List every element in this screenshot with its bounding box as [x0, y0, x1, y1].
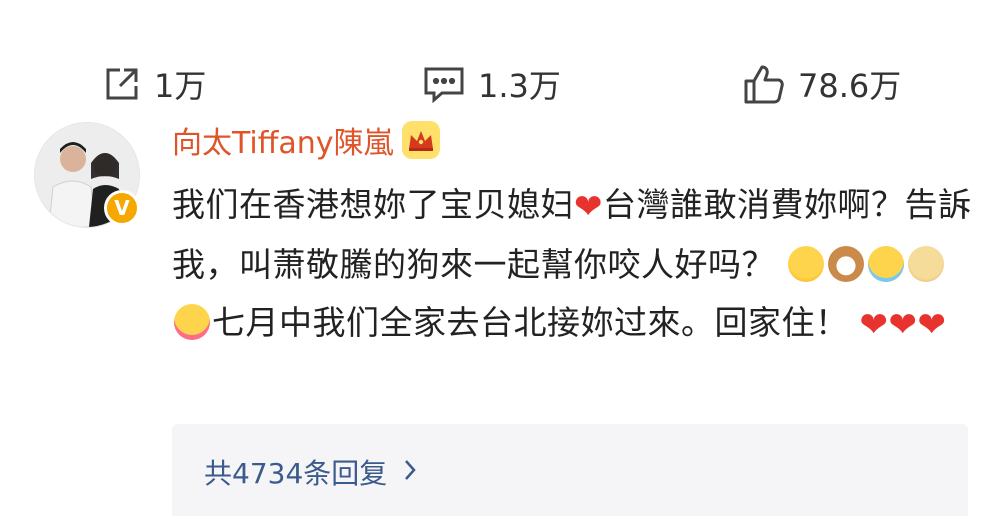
tongue-wink-emoji [174, 304, 210, 340]
chevron-right-icon [403, 456, 417, 489]
doge-emoji [908, 246, 944, 282]
crown-icon [401, 121, 440, 159]
action-bar: 1万 1.3万 78.6万 [0, 52, 1000, 116]
comment-text-segment: 我们在香港想妳了宝贝媳妇 [172, 185, 574, 224]
verified-badge-icon: V [104, 190, 140, 226]
author-name: 向太Tiffany陳嵐 [172, 126, 394, 161]
heart-emoji: ❤ [574, 187, 603, 227]
repost-button[interactable]: 1万 [102, 61, 206, 107]
comment-author[interactable]: 向太Tiffany陳嵐 [172, 118, 440, 162]
dog-emoji [828, 246, 864, 282]
comment-count: 1.3万 [478, 67, 561, 105]
laughing-emoji [788, 246, 824, 282]
tears-of-joy-emoji [868, 246, 904, 282]
repost-icon [102, 64, 142, 104]
replies-panel: 共4734条回复 [172, 424, 968, 516]
comment-text-segment: 七月中我们全家去台北接妳过來。回家住！ [212, 303, 849, 342]
replies-count-label: 共4734条回复 [204, 457, 388, 490]
repost-count: 1万 [154, 67, 207, 105]
comment-icon [422, 64, 466, 104]
comment-body: 我们在香港想妳了宝贝媳妇❤台灣誰敢消費妳啊？告訴我，叫萧敬騰的狗來一起幫你咬人好… [172, 176, 982, 354]
thumbs-up-icon [742, 62, 786, 106]
view-replies-link[interactable]: 共4734条回复 [204, 452, 417, 492]
like-button[interactable]: 78.6万 [742, 61, 901, 107]
comment-button[interactable]: 1.3万 [422, 61, 561, 107]
heart-emoji: ❤❤❤ [859, 305, 947, 345]
like-count: 78.6万 [798, 67, 902, 105]
